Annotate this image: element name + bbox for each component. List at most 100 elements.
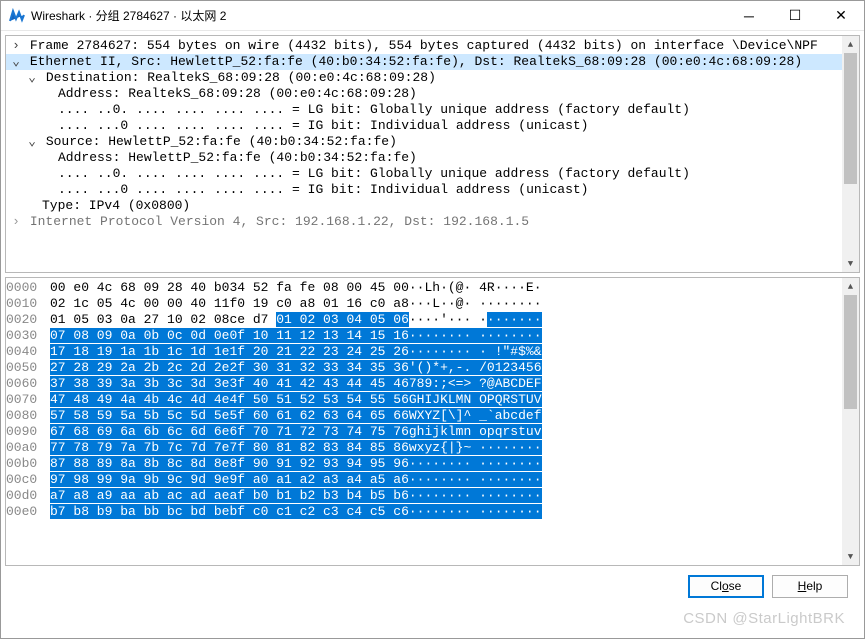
- hex-bytes-2[interactable]: ce d7 01 02 03 04 05 06: [229, 312, 408, 328]
- hex-ascii[interactable]: ········ ········: [409, 488, 542, 504]
- close-label: Close: [711, 579, 742, 593]
- hex-row[interactable]: 00e0b7 b8 b9 ba bb bc bd bebf c0 c1 c2 c…: [6, 504, 542, 520]
- hex-row[interactable]: 007047 48 49 4a 4b 4c 4d 4e4f 50 51 52 5…: [6, 392, 542, 408]
- hex-row[interactable]: 001002 1c 05 4c 00 00 40 11f0 19 c0 a8 0…: [6, 296, 542, 312]
- hex-bytes-2[interactable]: 8f 90 91 92 93 94 95 96: [229, 456, 408, 472]
- hex-ascii[interactable]: ········ · !"#$%&: [409, 344, 542, 360]
- hex-bytes-1[interactable]: 47 48 49 4a 4b 4c 4d 4e: [50, 392, 229, 408]
- hex-bytes-1[interactable]: a7 a8 a9 aa ab ac ad ae: [50, 488, 229, 504]
- titlebar[interactable]: Wireshark · 分组 2784627 · 以太网 2 ─ ☐ ✕: [1, 1, 864, 31]
- tree-source[interactable]: ⌄ Source: HewlettP_52:fa:fe (40:b0:34:52…: [6, 134, 859, 150]
- hex-row[interactable]: 006037 38 39 3a 3b 3c 3d 3e3f 40 41 42 4…: [6, 376, 542, 392]
- hex-bytes-1[interactable]: 17 18 19 1a 1b 1c 1d 1e: [50, 344, 229, 360]
- hex-bytes-2[interactable]: bf c0 c1 c2 c3 c4 c5 c6: [229, 504, 408, 520]
- hex-bytes-1[interactable]: 27 28 29 2a 2b 2c 2d 2e: [50, 360, 229, 376]
- hex-row[interactable]: 005027 28 29 2a 2b 2c 2d 2e2f 30 31 32 3…: [6, 360, 542, 376]
- wireshark-icon: [9, 8, 25, 24]
- hex-ascii[interactable]: ····'··· ········: [409, 312, 542, 328]
- window-controls: ─ ☐ ✕: [726, 1, 864, 30]
- tree-frame[interactable]: › Frame 2784627: 554 bytes on wire (4432…: [6, 38, 859, 54]
- hex-row[interactable]: 004017 18 19 1a 1b 1c 1d 1e1f 20 21 22 2…: [6, 344, 542, 360]
- packet-tree-panel[interactable]: › Frame 2784627: 554 bytes on wire (4432…: [5, 35, 860, 273]
- hex-row[interactable]: 00d0a7 a8 a9 aa ab ac ad aeaf b0 b1 b2 b…: [6, 488, 542, 504]
- hex-bytes-1[interactable]: 01 05 03 0a 27 10 02 08: [50, 312, 229, 328]
- scroll-up-icon[interactable]: ▲: [842, 36, 859, 53]
- hex-bytes-1[interactable]: 00 e0 4c 68 09 28 40 b0: [50, 280, 229, 296]
- tree-dest-ig-text: .... ...0 .... .... .... .... = IG bit: …: [58, 118, 589, 133]
- hex-bytes-2[interactable]: 4f 50 51 52 53 54 55 56: [229, 392, 408, 408]
- close-window-button[interactable]: ✕: [818, 1, 864, 30]
- hex-scrollbar[interactable]: ▲ ▼: [842, 278, 859, 565]
- tree-destination[interactable]: ⌄ Destination: RealtekS_68:09:28 (00:e0:…: [6, 70, 859, 86]
- button-bar: Close Help: [5, 566, 860, 606]
- tree-src-addr-text: Address: HewlettP_52:fa:fe (40:b0:34:52:…: [58, 150, 417, 165]
- hex-bytes-1[interactable]: 57 58 59 5a 5b 5c 5d 5e: [50, 408, 229, 424]
- scroll-up-icon[interactable]: ▲: [842, 278, 859, 295]
- tree-dest-ig-bit[interactable]: .... ...0 .... .... .... .... = IG bit: …: [6, 118, 859, 134]
- hex-bytes-2[interactable]: 9f a0 a1 a2 a3 a4 a5 a6: [229, 472, 408, 488]
- hex-bytes-2[interactable]: 2f 30 31 32 33 34 35 36: [229, 360, 408, 376]
- hex-ascii[interactable]: ···L··@· ········: [409, 296, 542, 312]
- tree-src-ig-bit[interactable]: .... ...0 .... .... .... .... = IG bit: …: [6, 182, 859, 198]
- hex-ascii[interactable]: '()*+,-. /0123456: [409, 360, 542, 376]
- hex-bytes-2[interactable]: 1f 20 21 22 23 24 25 26: [229, 344, 408, 360]
- hex-bytes-2[interactable]: 5f 60 61 62 63 64 65 66: [229, 408, 408, 424]
- hex-ascii[interactable]: GHIJKLMN OPQRSTUV: [409, 392, 542, 408]
- hex-bytes-1[interactable]: 67 68 69 6a 6b 6c 6d 6e: [50, 424, 229, 440]
- tree-dest-lg-bit[interactable]: .... ..0. .... .... .... .... = LG bit: …: [6, 102, 859, 118]
- tree-src-address[interactable]: Address: HewlettP_52:fa:fe (40:b0:34:52:…: [6, 150, 859, 166]
- tree-dest-address[interactable]: Address: RealtekS_68:09:28 (00:e0:4c:68:…: [6, 86, 859, 102]
- hex-bytes-1[interactable]: 77 78 79 7a 7b 7c 7d 7e: [50, 440, 229, 456]
- tree-dest-lg-text: .... ..0. .... .... .... .... = LG bit: …: [58, 102, 690, 117]
- hex-bytes-1[interactable]: 87 88 89 8a 8b 8c 8d 8e: [50, 456, 229, 472]
- hex-offset: 00b0: [6, 456, 50, 472]
- hex-bytes-1[interactable]: 07 08 09 0a 0b 0c 0d 0e: [50, 328, 229, 344]
- hex-bytes-2[interactable]: 7f 80 81 82 83 84 85 86: [229, 440, 408, 456]
- tree-eth-text: Ethernet II, Src: HewlettP_52:fa:fe (40:…: [30, 54, 802, 69]
- tree-src-lg-bit[interactable]: .... ..0. .... .... .... .... = LG bit: …: [6, 166, 859, 182]
- hex-row[interactable]: 00a077 78 79 7a 7b 7c 7d 7e7f 80 81 82 8…: [6, 440, 542, 456]
- help-button[interactable]: Help: [772, 575, 848, 598]
- hex-offset: 0000: [6, 280, 50, 296]
- tree-type-text: Type: IPv4 (0x0800): [42, 198, 190, 213]
- tree-type[interactable]: Type: IPv4 (0x0800): [6, 198, 859, 214]
- hex-bytes-2[interactable]: 6f 70 71 72 73 74 75 76: [229, 424, 408, 440]
- maximize-button[interactable]: ☐: [772, 1, 818, 30]
- hex-bytes-1[interactable]: b7 b8 b9 ba bb bc bd be: [50, 504, 229, 520]
- hex-ascii[interactable]: ········ ········: [409, 504, 542, 520]
- hex-ascii[interactable]: 789:;<=> ?@ABCDEF: [409, 376, 542, 392]
- hex-bytes-1[interactable]: 02 1c 05 4c 00 00 40 11: [50, 296, 229, 312]
- tree-scrollbar[interactable]: ▲ ▼: [842, 36, 859, 272]
- hex-row[interactable]: 00c097 98 99 9a 9b 9c 9d 9e9f a0 a1 a2 a…: [6, 472, 542, 488]
- hex-bytes-2[interactable]: 3f 40 41 42 43 44 45 46: [229, 376, 408, 392]
- hex-ascii[interactable]: wxyz{|}~ ········: [409, 440, 542, 456]
- hex-ascii[interactable]: ghijklmn opqrstuv: [409, 424, 542, 440]
- hex-row[interactable]: 003007 08 09 0a 0b 0c 0d 0e0f 10 11 12 1…: [6, 328, 542, 344]
- hex-bytes-2[interactable]: af b0 b1 b2 b3 b4 b5 b6: [229, 488, 408, 504]
- hex-ascii[interactable]: ········ ········: [409, 472, 542, 488]
- tree-ethernet[interactable]: ⌄ Ethernet II, Src: HewlettP_52:fa:fe (4…: [6, 54, 859, 70]
- hex-ascii[interactable]: ········ ········: [409, 328, 542, 344]
- hex-ascii[interactable]: WXYZ[\]^ _`abcdef: [409, 408, 542, 424]
- hex-bytes-2[interactable]: f0 19 c0 a8 01 16 c0 a8: [229, 296, 408, 312]
- hex-dump-panel[interactable]: 000000 e0 4c 68 09 28 40 b034 52 fa fe 0…: [5, 277, 860, 566]
- hex-row[interactable]: 00b087 88 89 8a 8b 8c 8d 8e8f 90 91 92 9…: [6, 456, 542, 472]
- scroll-down-icon[interactable]: ▼: [842, 255, 859, 272]
- tree-ip[interactable]: › Internet Protocol Version 4, Src: 192.…: [6, 214, 859, 230]
- hex-row[interactable]: 008057 58 59 5a 5b 5c 5d 5e5f 60 61 62 6…: [6, 408, 542, 424]
- hex-bytes-1[interactable]: 37 38 39 3a 3b 3c 3d 3e: [50, 376, 229, 392]
- hex-row[interactable]: 002001 05 03 0a 27 10 02 08ce d7 01 02 0…: [6, 312, 542, 328]
- scroll-down-icon[interactable]: ▼: [842, 548, 859, 565]
- minimize-button[interactable]: ─: [726, 1, 772, 30]
- hex-bytes-1[interactable]: 97 98 99 9a 9b 9c 9d 9e: [50, 472, 229, 488]
- tree-src-ig-text: .... ...0 .... .... .... .... = IG bit: …: [58, 182, 589, 197]
- hex-offset: 0060: [6, 376, 50, 392]
- hex-ascii[interactable]: ········ ········: [409, 456, 542, 472]
- hex-bytes-2[interactable]: 34 52 fa fe 08 00 45 00: [229, 280, 408, 296]
- hex-ascii[interactable]: ··Lh·(@· 4R····E·: [409, 280, 542, 296]
- tree-src-text: Source: HewlettP_52:fa:fe (40:b0:34:52:f…: [46, 134, 397, 149]
- hex-bytes-2[interactable]: 0f 10 11 12 13 14 15 16: [229, 328, 408, 344]
- hex-row[interactable]: 000000 e0 4c 68 09 28 40 b034 52 fa fe 0…: [6, 280, 542, 296]
- close-button[interactable]: Close: [688, 575, 764, 598]
- hex-row[interactable]: 009067 68 69 6a 6b 6c 6d 6e6f 70 71 72 7…: [6, 424, 542, 440]
